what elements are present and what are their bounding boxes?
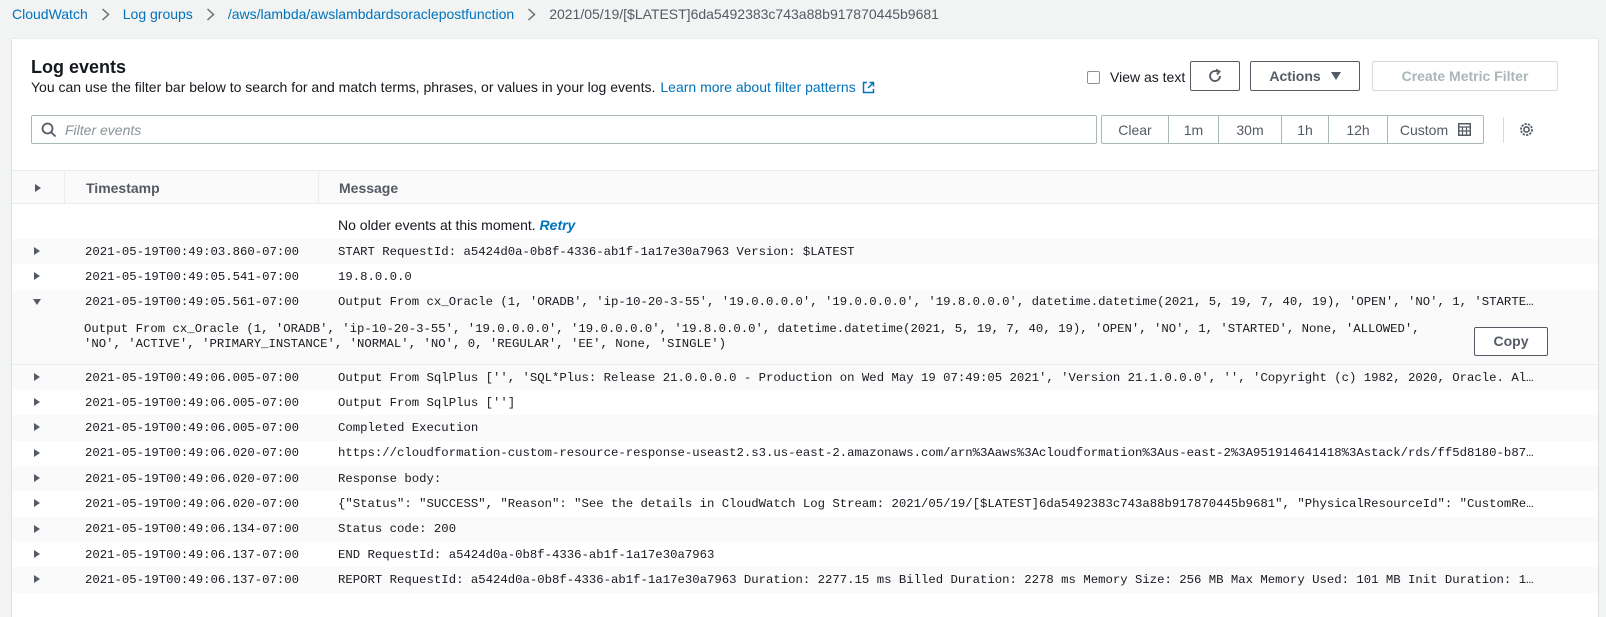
range-1m-button[interactable]: 1m	[1168, 116, 1218, 143]
caret-right-icon[interactable]	[34, 272, 40, 281]
range-custom-button[interactable]: Custom	[1387, 116, 1483, 143]
page-subtitle: You can use the filter bar below to sear…	[31, 79, 875, 95]
chevron-right-icon	[206, 7, 215, 21]
log-events-panel: Log events You can use the filter bar be…	[12, 39, 1598, 617]
breadcrumb-log-groups[interactable]: Log groups	[123, 6, 193, 22]
row-message: Status code: 200	[338, 522, 457, 537]
table-row[interactable]: 2021-05-19T00:49:06.137-07:00 REPORT Requ…	[12, 567, 1598, 593]
filter-bar[interactable]	[31, 115, 1097, 144]
external-link-icon	[862, 81, 874, 93]
view-as-text-toggle[interactable]: View as text	[1087, 69, 1185, 85]
copy-button[interactable]: Copy	[1474, 326, 1548, 356]
refresh-button[interactable]	[1190, 61, 1240, 91]
chevron-right-icon	[101, 7, 110, 21]
table-row[interactable]: 2021-05-19T00:49:05.561-07:00 Output From…	[12, 289, 1598, 315]
row-message: END RequestId: a5424d0a-0b8f-4336-ab1f-1…	[338, 547, 715, 562]
gear-icon[interactable]	[1518, 121, 1535, 138]
row-timestamp: 2021-05-19T00:49:06.005-07:00	[85, 370, 300, 385]
row-timestamp: 2021-05-19T00:49:06.134-07:00	[85, 522, 300, 537]
range-custom-label: Custom	[1399, 121, 1449, 138]
breadcrumb-cloudwatch[interactable]: CloudWatch	[12, 6, 88, 22]
table-row[interactable]: 2021-05-19T00:49:06.137-07:00 END Request…	[12, 542, 1598, 567]
table-row[interactable]: 2021-05-19T00:49:06.020-07:00 {"Status": …	[12, 491, 1598, 516]
table-row[interactable]: 2021-05-19T00:49:05.541-07:00 19.8.0.0.0	[12, 264, 1598, 289]
table-row[interactable]: 2021-05-19T00:49:06.005-07:00 Completed E…	[12, 415, 1598, 441]
retry-link[interactable]: Retry	[540, 217, 576, 233]
row-message: Response body:	[338, 471, 442, 486]
log-events-table: 2021-05-19T00:49:03.860-07:00 START Reque…	[12, 239, 1598, 593]
row-timestamp: 2021-05-19T00:49:03.860-07:00	[85, 244, 300, 259]
view-as-text-checkbox[interactable]	[1087, 70, 1100, 84]
view-as-text-label: View as text	[1110, 69, 1186, 85]
table-row[interactable]: 2021-05-19T00:49:06.020-07:00 https://clo…	[12, 441, 1598, 466]
row-timestamp: 2021-05-19T00:49:06.005-07:00	[85, 395, 300, 410]
subtitle-text: You can use the filter bar below to sear…	[31, 79, 656, 95]
table-row[interactable]: 2021-05-19T00:49:06.134-07:00 Status code…	[12, 516, 1598, 542]
row-timestamp: 2021-05-19T00:49:06.137-07:00	[85, 572, 300, 587]
page-title: Log events	[31, 57, 127, 77]
column-header-message: Message	[318, 171, 398, 204]
caret-right-icon[interactable]	[34, 398, 40, 407]
caret-right-icon[interactable]	[34, 423, 40, 432]
actions-button[interactable]: Actions	[1250, 61, 1360, 91]
create-metric-filter-button[interactable]: Create Metric Filter	[1372, 61, 1558, 91]
search-icon	[41, 122, 57, 137]
caret-right-icon[interactable]	[34, 448, 40, 457]
row-message: https://cloudformation-custom-resource-r…	[338, 446, 1535, 461]
table-row[interactable]: 2021-05-19T00:49:06.020-07:00 Response bo…	[12, 466, 1598, 492]
caret-right-icon[interactable]	[34, 247, 40, 255]
row-message: 19.8.0.0.0	[338, 269, 412, 284]
row-timestamp: 2021-05-19T00:49:06.020-07:00	[85, 471, 300, 486]
range-clear-button[interactable]: Clear	[1102, 116, 1168, 143]
row-message: {"Status": "SUCCESS", "Reason": "See the…	[338, 497, 1535, 512]
expanded-message: Output From cx_Oracle (1, 'ORADB', 'ip-1…	[84, 321, 1420, 352]
no-older-text: No older events at this moment.	[338, 217, 536, 233]
no-older-events-notice: No older events at this moment. Retry	[338, 217, 575, 233]
column-header-timestamp[interactable]: Timestamp	[64, 171, 319, 204]
row-timestamp: 2021-05-19T00:49:05.561-07:00	[85, 295, 300, 310]
row-message: Output From SqlPlus ['', 'SQL*Plus: Rele…	[338, 370, 1535, 385]
caret-right-icon[interactable]	[34, 549, 40, 558]
caret-down-icon	[1330, 72, 1341, 80]
caret-down-icon[interactable]	[33, 298, 41, 305]
learn-more-label: Learn more about filter patterns	[660, 79, 856, 95]
breadcrumb-log-group[interactable]: /aws/lambda/awslambdardsoraclepostfuncti…	[228, 6, 514, 22]
learn-more-link[interactable]: Learn more about filter patterns	[660, 79, 874, 95]
row-message: Output From SqlPlus ['']	[338, 395, 516, 410]
caret-right-icon[interactable]	[34, 575, 40, 584]
row-timestamp: 2021-05-19T00:49:06.137-07:00	[85, 547, 300, 562]
expanded-row-detail: Output From cx_Oracle (1, 'ORADB', 'ip-1…	[12, 314, 1598, 365]
range-12h-button[interactable]: 12h	[1328, 116, 1387, 143]
calendar-icon	[1458, 123, 1472, 136]
row-timestamp: 2021-05-19T00:49:05.541-07:00	[85, 269, 300, 284]
caret-right-icon	[35, 183, 41, 192]
range-30m-button[interactable]: 30m	[1218, 116, 1281, 143]
row-message: Output From cx_Oracle (1, 'ORADB', 'ip-1…	[338, 295, 1535, 310]
chevron-right-icon	[527, 7, 536, 21]
time-range-selector: Clear 1m 30m 1h 12h Custom	[1101, 115, 1484, 144]
row-timestamp: 2021-05-19T00:49:06.020-07:00	[85, 446, 300, 461]
table-row[interactable]: 2021-05-19T00:49:03.860-07:00 START Reque…	[12, 239, 1598, 265]
breadcrumb-current: 2021/05/19/[$LATEST]6da5492383c743a88b91…	[549, 6, 939, 22]
row-timestamp: 2021-05-19T00:49:06.005-07:00	[85, 421, 300, 436]
toolbar-divider	[1503, 117, 1504, 143]
row-message: Completed Execution	[338, 421, 479, 436]
caret-right-icon[interactable]	[34, 499, 40, 508]
caret-right-icon[interactable]	[34, 474, 40, 483]
expand-all-toggle[interactable]	[12, 171, 64, 204]
row-message: START RequestId: a5424d0a-0b8f-4336-ab1f…	[338, 244, 855, 259]
table-row[interactable]: 2021-05-19T00:49:06.005-07:00 Output From…	[12, 390, 1598, 415]
filter-events-input[interactable]	[65, 116, 1096, 143]
row-message: REPORT RequestId: a5424d0a-0b8f-4336-ab1…	[338, 572, 1535, 587]
table-header: Timestamp Message	[12, 170, 1598, 204]
actions-label: Actions	[1269, 68, 1321, 84]
row-timestamp: 2021-05-19T00:49:06.020-07:00	[85, 497, 300, 512]
caret-right-icon[interactable]	[34, 524, 40, 533]
refresh-icon	[1209, 68, 1221, 82]
table-row[interactable]: 2021-05-19T00:49:06.005-07:00 Output From…	[12, 364, 1598, 391]
breadcrumb: CloudWatch Log groups /aws/lambda/awslam…	[12, 4, 939, 24]
range-1h-button[interactable]: 1h	[1281, 116, 1328, 143]
caret-right-icon[interactable]	[34, 372, 40, 381]
